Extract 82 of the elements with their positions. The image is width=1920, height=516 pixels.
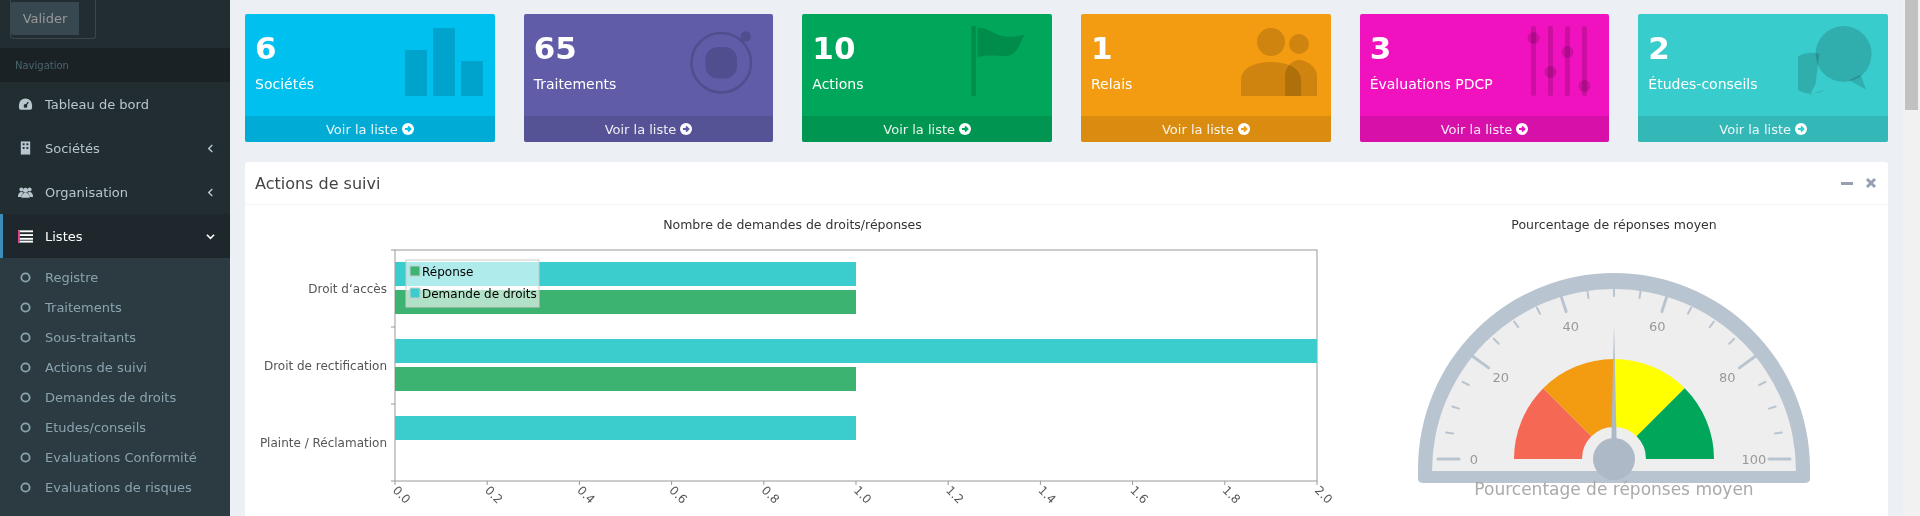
legend-label: Réponse xyxy=(422,265,474,279)
dashboard-icon xyxy=(18,97,33,111)
sidebar-item[interactable]: Listes xyxy=(0,214,230,258)
building-icon xyxy=(18,141,33,155)
sidebar-item[interactable]: Organisation xyxy=(0,170,230,214)
circle-icon xyxy=(20,451,31,463)
view-list-link[interactable]: Voir la liste xyxy=(523,116,774,142)
chart-title: Nombre de demandes de droits/réponses xyxy=(662,217,923,234)
gauge-label: 0 xyxy=(1469,452,1479,467)
tick-label: 0.0 xyxy=(389,483,414,507)
nav-header: Navigation xyxy=(0,48,230,82)
arrow-circle-icon xyxy=(680,123,693,135)
tick-label: 0.8 xyxy=(758,483,783,507)
gauge-caption: Pourcentage de réponses moyen xyxy=(1474,479,1754,499)
panel-title: Actions de suivi xyxy=(255,173,382,193)
chart-title: Pourcentage de réponses moyen xyxy=(1510,217,1718,234)
submenu-item[interactable]: Sous-traitants xyxy=(0,322,230,352)
tick-label: 1.8 xyxy=(1219,483,1244,507)
submenu-item[interactable]: Evaluations de risques xyxy=(0,472,230,502)
gauge-label: 40 xyxy=(1562,318,1579,334)
arrow-circle-icon xyxy=(1237,123,1250,135)
view-list-link[interactable]: Voir la liste xyxy=(1638,116,1888,142)
bar-chart-icon xyxy=(404,26,485,96)
submenu-item[interactable]: Registre xyxy=(0,262,230,292)
tick-label: 2.0 xyxy=(1311,483,1336,507)
tick-label: 0.2 xyxy=(482,483,506,507)
category-label: Droit de rectification xyxy=(263,358,387,373)
submenu-item[interactable]: Etudes/conseils xyxy=(0,412,230,442)
arrow-circle-icon xyxy=(401,123,414,135)
circle-icon xyxy=(20,271,31,283)
circle-icon xyxy=(20,391,31,403)
box-label: Sociétés xyxy=(255,76,315,92)
chevron-left-icon xyxy=(206,187,215,197)
submenu-item[interactable]: Traitements xyxy=(0,292,230,322)
tick-label: 1.6 xyxy=(1127,483,1151,507)
box-label: Évaluations PDCP xyxy=(1369,76,1493,92)
scrollbar[interactable] xyxy=(1903,0,1920,516)
submenu-item[interactable]: Evaluations Conformité xyxy=(0,442,230,472)
count: 1 xyxy=(1091,30,1113,66)
chevron-down-icon xyxy=(206,231,215,241)
sidebar-item[interactable]: Tableau de bord xyxy=(0,82,230,126)
tick-label: 1.0 xyxy=(850,483,875,507)
gauge-label: 80 xyxy=(1719,369,1736,385)
view-list-link[interactable]: Voir la liste xyxy=(1359,116,1610,142)
count: 2 xyxy=(1648,30,1670,66)
circle-icon xyxy=(20,361,31,373)
tick-label: 0.4 xyxy=(574,483,598,507)
gauge-label: 100 xyxy=(1741,452,1767,467)
arrow-circle-icon xyxy=(1795,123,1808,135)
count: 10 xyxy=(812,30,856,66)
box-label: Traitements xyxy=(533,76,617,92)
circle-icon xyxy=(20,331,31,343)
chevron-left-icon xyxy=(206,143,215,153)
submenu-item[interactable]: Demandes de droits xyxy=(0,382,230,412)
list-icon xyxy=(18,229,33,243)
arrow-circle-icon xyxy=(959,123,972,135)
circle-icon xyxy=(20,301,31,313)
tick-label: 0.6 xyxy=(666,483,690,507)
submit-button[interactable]: Valider xyxy=(11,2,79,35)
box-label: Relais xyxy=(1091,76,1133,92)
users-icon xyxy=(18,185,33,199)
view-list-link[interactable]: Voir la liste xyxy=(245,116,495,142)
category-label: Droit d‘accès xyxy=(308,281,387,296)
view-list-link[interactable]: Voir la liste xyxy=(802,116,1052,142)
box-label: Actions xyxy=(812,76,864,92)
sidebar-item[interactable]: Sociétés xyxy=(0,126,230,170)
circle-icon xyxy=(20,421,31,433)
gauge-label: 60 xyxy=(1649,318,1666,334)
count: 6 xyxy=(255,30,277,66)
submenu-item[interactable]: Actions de suivi xyxy=(0,352,230,382)
tick-label: 1.2 xyxy=(943,483,967,507)
gauge-label: 20 xyxy=(1492,369,1509,385)
count: 3 xyxy=(1369,30,1392,66)
count: 65 xyxy=(533,30,577,66)
category-label: Plainte / Réclamation xyxy=(259,435,387,450)
circle-icon xyxy=(20,481,31,493)
close-icon[interactable] xyxy=(1864,176,1878,190)
legend-label: Demande de droits xyxy=(422,287,537,301)
box-label: Études-conseils xyxy=(1648,76,1758,92)
view-list-link[interactable]: Voir la liste xyxy=(1081,116,1331,142)
arrow-circle-icon xyxy=(1516,123,1529,135)
tick-label: 1.4 xyxy=(1035,483,1059,507)
